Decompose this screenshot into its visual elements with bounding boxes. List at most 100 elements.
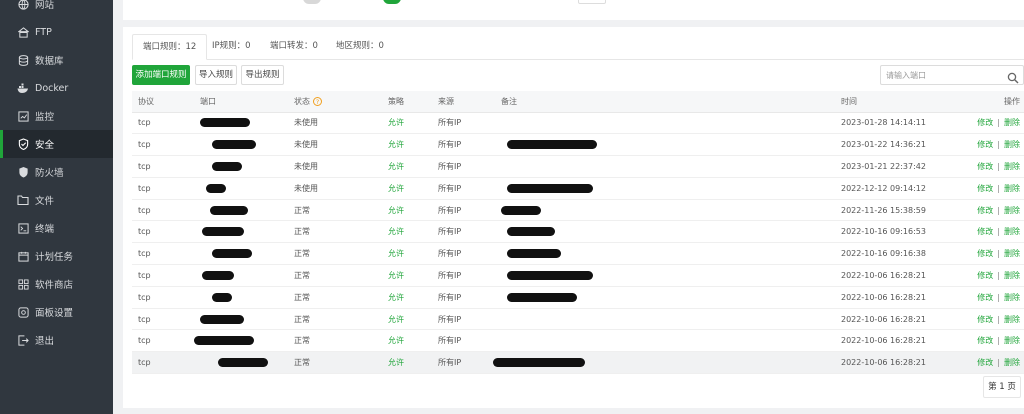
calendar-icon: [17, 250, 29, 262]
edit-link[interactable]: 修改: [977, 249, 993, 258]
delete-link[interactable]: 删除: [1004, 162, 1020, 171]
toggle-switch-off[interactable]: [303, 0, 321, 4]
help-icon[interactable]: ?: [313, 96, 322, 106]
redaction-mark: [507, 270, 593, 280]
sidebar-item-store[interactable]: 软件商店: [0, 270, 113, 298]
terminal-icon: [17, 222, 29, 234]
redaction-mark: [202, 270, 234, 280]
cell-port: [194, 308, 288, 331]
column-header-remark: 备注: [495, 91, 835, 113]
sidebar-item-firewall[interactable]: 防火墙: [0, 158, 113, 186]
action-separator: |: [997, 358, 1000, 368]
column-header-actions: 操作: [945, 91, 1024, 113]
cell-status: 正常: [288, 199, 382, 222]
delete-link[interactable]: 删除: [1004, 315, 1020, 324]
redaction-mark: [507, 292, 577, 302]
sidebar-item-website[interactable]: 网站: [0, 0, 113, 18]
sidebar-item-settings[interactable]: 面板设置: [0, 298, 113, 326]
sidebar-item-label: 文件: [35, 196, 55, 207]
redaction-mark: [200, 314, 244, 324]
edit-link[interactable]: 修改: [977, 206, 993, 215]
shield-check-icon: [17, 138, 29, 150]
column-header-status-label: 状态: [294, 96, 310, 106]
cell-source: 所有IP: [432, 242, 495, 266]
tab-ip-rules[interactable]: IP规则：0: [202, 34, 261, 60]
tab-port-forwarding[interactable]: 端口转发：0: [260, 34, 328, 60]
sidebar-item-monitor[interactable]: 监控: [0, 102, 113, 130]
delete-link[interactable]: 删除: [1004, 271, 1020, 280]
cell-remark: [495, 199, 835, 222]
delete-link[interactable]: 删除: [1004, 336, 1020, 345]
cell-time: 2022-10-06 16:28:21: [835, 308, 945, 331]
sidebar-item-database[interactable]: 数据库: [0, 46, 113, 74]
delete-link[interactable]: 删除: [1004, 118, 1020, 127]
cell-policy: 允许: [382, 177, 432, 200]
sidebar-item-docker[interactable]: Docker: [0, 74, 113, 102]
sidebar-item-ftp[interactable]: FTP: [0, 18, 113, 46]
edit-link[interactable]: 修改: [977, 358, 993, 367]
folder-icon: [17, 194, 29, 206]
redaction-mark: [218, 358, 268, 368]
sidebar-item-terminal[interactable]: 终端: [0, 214, 113, 242]
cell-status: 未使用: [288, 112, 382, 135]
sidebar-item-cron[interactable]: 计划任务: [0, 242, 113, 270]
top-panel: [123, 0, 1024, 20]
cell-time: 2022-10-06 16:28:21: [835, 286, 945, 309]
table-row: tcp 正常 允许 所有IP 2022-10-06 16:28:21 修改 | 删除: [132, 351, 1024, 375]
cell-time: 2022-10-06 16:28:21: [835, 329, 945, 353]
edit-link[interactable]: 修改: [977, 118, 993, 127]
delete-link[interactable]: 删除: [1004, 358, 1020, 367]
export-rules-button[interactable]: 导出规则: [241, 65, 284, 85]
cell-remark: [495, 155, 835, 178]
edit-link[interactable]: 修改: [977, 140, 993, 149]
port-search-input[interactable]: [881, 66, 1005, 84]
delete-link[interactable]: 删除: [1004, 140, 1020, 149]
delete-link[interactable]: 删除: [1004, 227, 1020, 236]
edit-link[interactable]: 修改: [977, 184, 993, 193]
cell-time: 2023-01-28 14:14:11: [835, 112, 945, 135]
top-panel-button[interactable]: [578, 0, 606, 4]
add-port-rule-button[interactable]: 添加端口规则: [132, 65, 190, 85]
sidebar-item-logout[interactable]: 退出: [0, 326, 113, 354]
edit-link[interactable]: 修改: [977, 336, 993, 345]
sidebar-item-files[interactable]: 文件: [0, 186, 113, 214]
action-separator: |: [997, 205, 1000, 215]
cell-port: [194, 264, 288, 287]
search-icon[interactable]: [1007, 69, 1019, 88]
edit-link[interactable]: 修改: [977, 162, 993, 171]
edit-link[interactable]: 修改: [977, 293, 993, 302]
delete-link[interactable]: 删除: [1004, 293, 1020, 302]
edit-link[interactable]: 修改: [977, 227, 993, 236]
action-separator: |: [997, 292, 1000, 302]
delete-link[interactable]: 删除: [1004, 249, 1020, 258]
cell-status: 未使用: [288, 177, 382, 200]
table-row: tcp 正常 允许 所有IP 2022-10-06 16:28:21 修改 | 删除: [132, 286, 1024, 309]
cell-protocol: tcp: [132, 242, 194, 266]
edit-link[interactable]: 修改: [977, 315, 993, 324]
toggle-switch-on[interactable]: [383, 0, 401, 4]
cell-policy: 允许: [382, 155, 432, 178]
table-row: tcp 正常 允许 所有IP 2022-10-16 09:16:53 修改 | 删除: [132, 220, 1024, 244]
pagination-current-page[interactable]: 第 1 页: [983, 376, 1021, 398]
cell-port: [194, 329, 288, 353]
redaction-mark: [200, 118, 250, 128]
action-separator: |: [997, 183, 1000, 193]
cell-protocol: tcp: [132, 286, 194, 309]
import-rules-button[interactable]: 导入规则: [195, 65, 237, 85]
delete-link[interactable]: 删除: [1004, 206, 1020, 215]
edit-link[interactable]: 修改: [977, 271, 993, 280]
table-row: tcp 未使用 允许 所有IP 2023-01-21 22:37:42 修改 | 删除: [132, 155, 1024, 178]
cell-protocol: tcp: [132, 177, 194, 200]
ftp-icon: [17, 26, 29, 38]
cell-port: [194, 112, 288, 135]
redaction-mark: [507, 249, 561, 259]
cell-source: 所有IP: [432, 199, 495, 222]
cell-status: 正常: [288, 264, 382, 287]
redaction-mark: [210, 205, 248, 215]
delete-link[interactable]: 删除: [1004, 184, 1020, 193]
tab-region-rules[interactable]: 地区规则：0: [326, 34, 394, 60]
tab-port-rules[interactable]: 端口规则：12: [132, 34, 208, 60]
cell-policy: 允许: [382, 199, 432, 222]
sidebar-item-security[interactable]: 安全: [0, 130, 113, 158]
redaction-mark: [212, 140, 256, 150]
